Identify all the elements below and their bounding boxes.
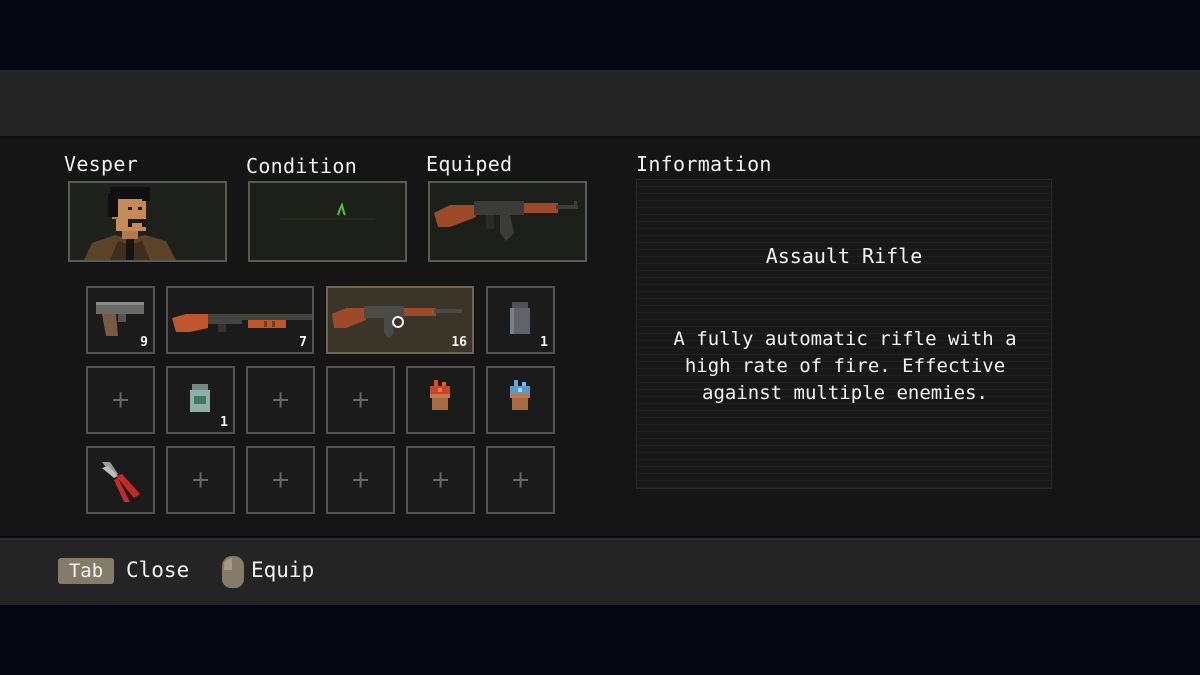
- inventory-slot-shotgun[interactable]: 7: [166, 286, 314, 354]
- blue-plant-icon: [510, 380, 530, 410]
- inventory-slot-empty[interactable]: +: [86, 366, 155, 434]
- inventory-slot-empty[interactable]: +: [246, 446, 315, 514]
- condition-monitor: [248, 181, 407, 262]
- heartbeat-icon: [280, 202, 375, 220]
- information-box: Assault Rifle A fully automatic rifle wi…: [636, 179, 1052, 489]
- empty-slot-plus: +: [350, 465, 371, 494]
- item-count: 16: [451, 335, 467, 350]
- character-portrait: [68, 181, 227, 262]
- mouse-icon: [222, 556, 244, 588]
- character-name: Vesper: [64, 152, 139, 176]
- top-bar: [0, 70, 1200, 136]
- close-action-label: Close: [126, 558, 190, 582]
- inventory-slot-empty[interactable]: +: [486, 446, 555, 514]
- empty-slot-plus: +: [510, 465, 531, 494]
- item-description: A fully automatic rifle with a high rate…: [673, 328, 1017, 404]
- inventory-slot-jar[interactable]: 1: [166, 366, 235, 434]
- equipped-label: Equiped: [426, 152, 513, 176]
- empty-slot-plus: +: [270, 385, 291, 414]
- inventory-slot-empty[interactable]: +: [246, 366, 315, 434]
- item-count: 1: [540, 335, 548, 350]
- tab-key-button[interactable]: Tab: [58, 558, 114, 584]
- empty-slot-plus: +: [430, 465, 451, 494]
- empty-slot-plus: +: [110, 385, 131, 414]
- item-count: 7: [299, 335, 307, 350]
- pliers-icon: [102, 462, 140, 502]
- empty-slot-plus: +: [190, 465, 211, 494]
- inventory-slot-red-plant[interactable]: [406, 366, 475, 434]
- item-count: 1: [220, 415, 228, 430]
- inventory-slot-empty[interactable]: +: [326, 366, 395, 434]
- item-count: 9: [140, 335, 148, 350]
- shotgun-icon: [172, 314, 312, 332]
- equip-action-label: Equip: [251, 558, 315, 582]
- assault-rifle-icon: [434, 201, 578, 241]
- information-label: Information: [636, 152, 772, 176]
- inventory-slot-empty[interactable]: +: [406, 446, 475, 514]
- inventory-slot-empty[interactable]: +: [166, 446, 235, 514]
- empty-slot-plus: +: [270, 465, 291, 494]
- inventory-slot-assault-rifle[interactable]: 16: [326, 286, 474, 354]
- inventory-slot-blue-plant[interactable]: [486, 366, 555, 434]
- inventory-slot-pistol[interactable]: 9: [86, 286, 155, 354]
- inventory-slot-pliers[interactable]: [86, 446, 155, 514]
- red-plant-icon: [430, 380, 450, 410]
- game-screen: Vesper Condition Equiped 9 7 16 1 + 1 + …: [0, 0, 1200, 675]
- inventory-slot-empty[interactable]: +: [326, 446, 395, 514]
- condition-label: Condition: [246, 154, 358, 178]
- equipped-slot[interactable]: [428, 181, 587, 262]
- portrait-icon: [70, 183, 225, 260]
- item-name: Assault Rifle: [765, 244, 923, 268]
- empty-slot-plus: +: [350, 385, 371, 414]
- inventory-slot-grenade[interactable]: 1: [486, 286, 555, 354]
